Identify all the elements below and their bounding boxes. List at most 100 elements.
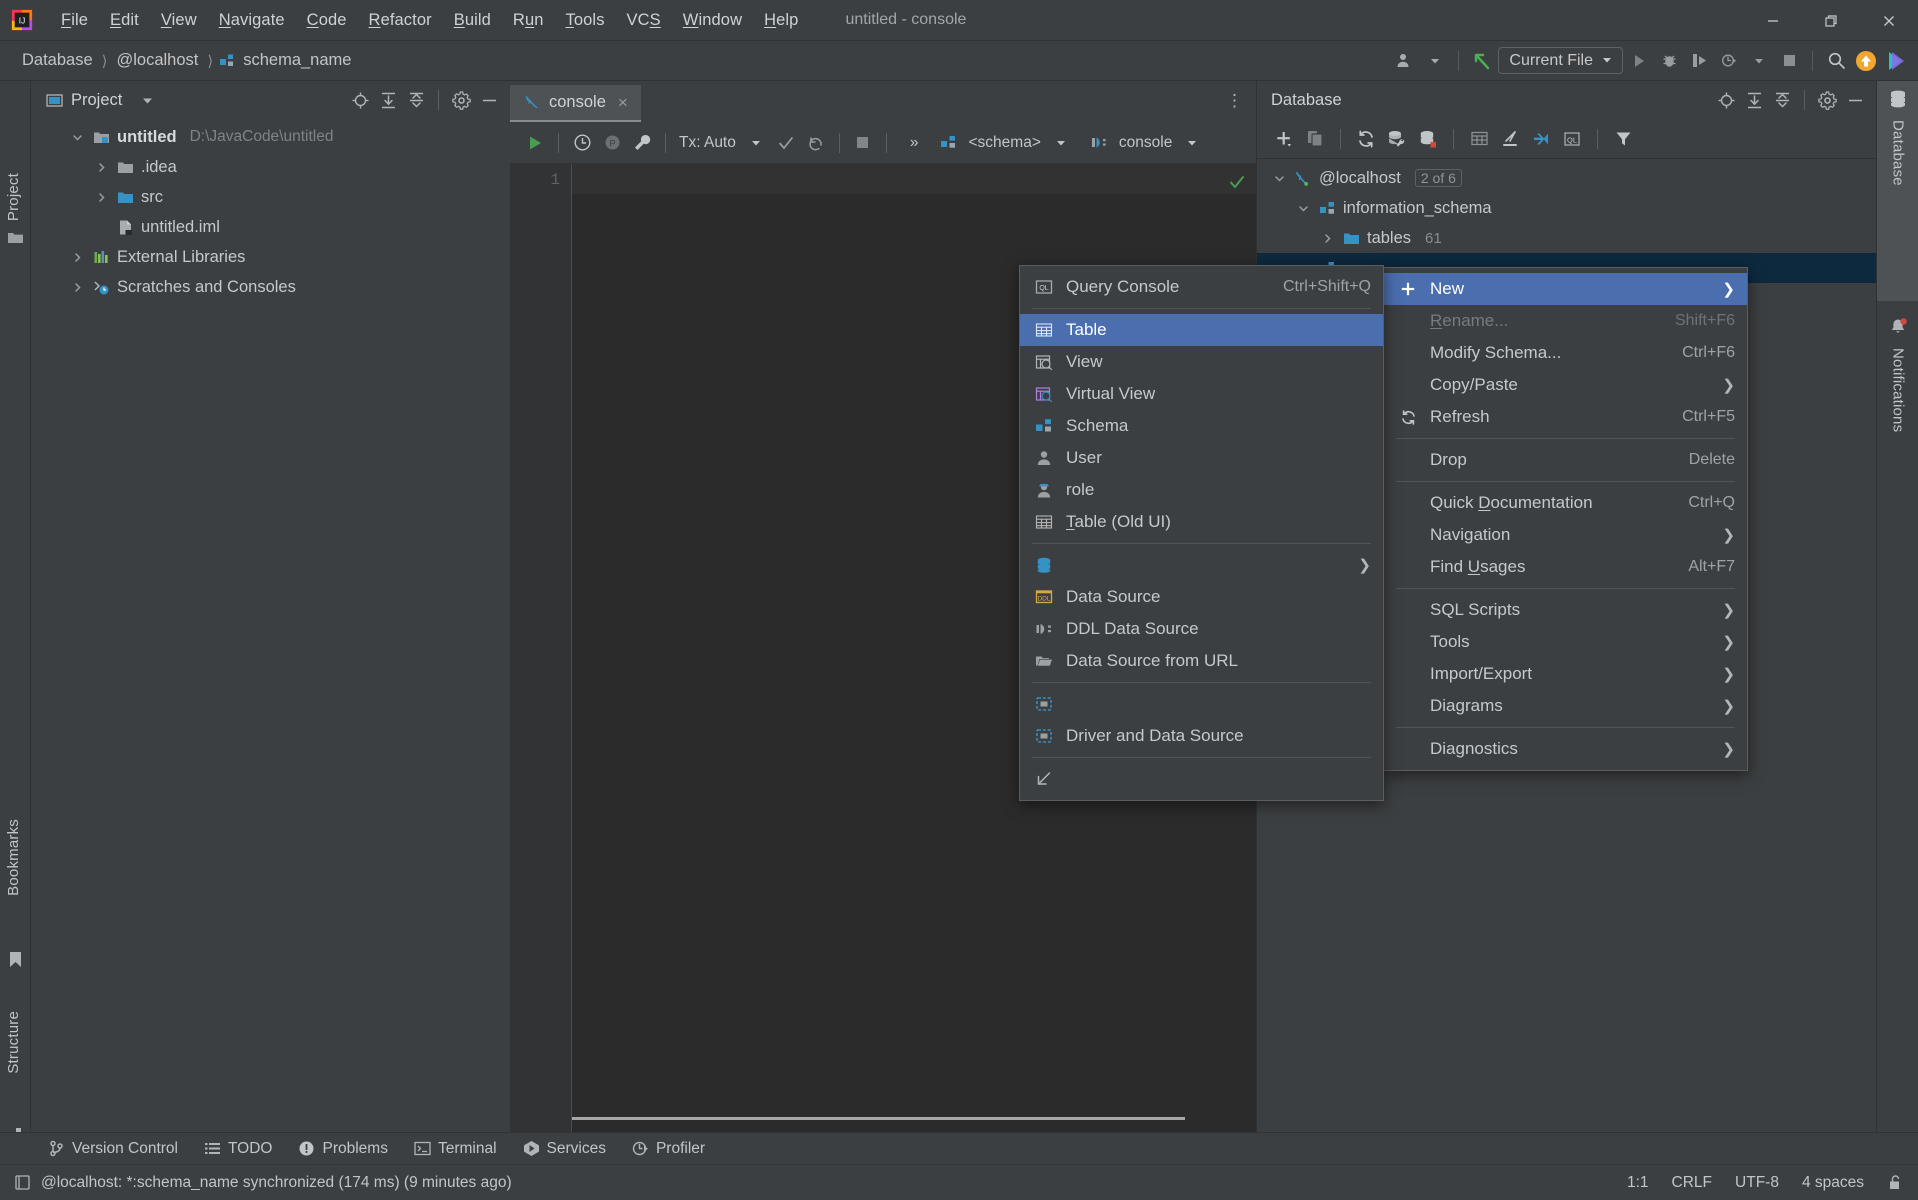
run-coverage-icon[interactable] (1685, 47, 1713, 75)
menu-item-sql-scripts[interactable]: SQL Scripts ❯ (1384, 594, 1747, 626)
submenu-item-table[interactable]: Table (1020, 314, 1383, 346)
menu-item-navigation[interactable]: Navigation ❯ (1384, 519, 1747, 551)
tree-row-scratches[interactable]: Scratches and Consoles (31, 272, 510, 302)
menu-build[interactable]: Build (443, 7, 502, 34)
collapse-all-icon[interactable] (405, 89, 427, 111)
menu-navigate[interactable]: Navigate (208, 7, 296, 34)
debug-icon[interactable] (1655, 47, 1683, 75)
execute-icon[interactable] (522, 130, 548, 156)
window-controls[interactable] (1744, 0, 1918, 41)
chevron-down-icon[interactable] (1271, 170, 1287, 186)
duplicate-icon[interactable] (1302, 126, 1328, 152)
submenu-item-view[interactable]: View (1020, 346, 1383, 378)
close-icon[interactable] (1860, 0, 1918, 41)
chevron-down-icon[interactable] (69, 129, 85, 145)
stop-icon[interactable] (850, 130, 876, 156)
breadcrumb[interactable]: Database ⟩ @localhost ⟩ schema_name (18, 50, 355, 71)
tree-row-external-libraries[interactable]: External Libraries (31, 242, 510, 272)
tree-row-untitled[interactable]: untitled D:\JavaCode\untitled (31, 122, 510, 152)
tool-window-terminal[interactable]: Terminal (414, 1140, 497, 1158)
menu-item-drop[interactable]: Drop Delete (1384, 444, 1747, 476)
db-tools-icon[interactable] (1384, 126, 1410, 152)
submenu-item-data-source[interactable]: ❯ (1020, 549, 1383, 581)
collapse-all-icon[interactable] (1771, 89, 1793, 111)
menu-item-find-usages[interactable]: Find Usages Alt+F7 (1384, 551, 1747, 583)
stripe-database-button[interactable]: Database (1877, 81, 1918, 301)
vcs-update-icon[interactable] (1468, 47, 1496, 75)
menu-window[interactable]: Window (672, 7, 753, 34)
menu-refactor[interactable]: Refactor (358, 7, 443, 34)
chevron-down-icon[interactable] (743, 130, 769, 156)
update-badge-icon[interactable] (1852, 47, 1880, 75)
chevron-down-icon[interactable] (136, 89, 158, 111)
menu-vcs[interactable]: VCS (616, 7, 672, 34)
tool-window-todo[interactable]: TODO (204, 1140, 273, 1158)
expand-all-icon[interactable] (1743, 89, 1765, 111)
chevron-right-icon[interactable] (69, 279, 85, 295)
submenu-item-ddl-data-source[interactable]: DDL Data Source (1020, 581, 1383, 613)
bookmark-icon[interactable] (8, 951, 26, 969)
table-icon[interactable] (1466, 126, 1492, 152)
hide-panel-icon[interactable] (478, 89, 500, 111)
schema-context-menu[interactable]: New ❯ Rename... Shift+F6 Modify Schema..… (1383, 267, 1748, 771)
stop-icon[interactable] (1775, 47, 1803, 75)
stripe-bookmarks-label[interactable]: Bookmarks (5, 819, 22, 896)
stripe-structure-label[interactable]: Structure (5, 1011, 22, 1074)
submenu-item-role[interactable]: role (1020, 474, 1383, 506)
tree-row-src[interactable]: src (31, 182, 510, 212)
submenu-item-table-old-ui[interactable]: Table (Old UI) (1020, 506, 1383, 538)
unlocked-icon[interactable] (1887, 1174, 1904, 1191)
project-folder-icon[interactable] (7, 229, 25, 247)
submenu-item-data-source-from-path[interactable]: Data Source from URL (1020, 645, 1383, 677)
search-icon[interactable] (1822, 47, 1850, 75)
db-sync-icon[interactable] (1415, 126, 1441, 152)
chevron-down-icon[interactable] (1421, 47, 1449, 75)
filter-icon[interactable] (1610, 126, 1636, 152)
menu-item-quick-documentation[interactable]: Quick Documentation Ctrl+Q (1384, 487, 1747, 519)
chevron-right-icon[interactable] (1319, 230, 1335, 246)
hide-panel-icon[interactable] (1844, 89, 1866, 111)
menu-item-copy-paste[interactable]: Copy/Paste ❯ (1384, 369, 1747, 401)
menu-item-import-export[interactable]: Import/Export ❯ (1384, 658, 1747, 690)
submenu-item-schema[interactable]: Schema (1020, 410, 1383, 442)
tool-window-version-control[interactable]: Version Control (48, 1140, 178, 1158)
settings-gear-icon[interactable] (1816, 89, 1838, 111)
menu-item-modify-schema[interactable]: Modify Schema... Ctrl+F6 (1384, 337, 1747, 369)
locate-icon[interactable] (349, 89, 371, 111)
editor-options-kebab-icon[interactable]: ⋮ (1226, 91, 1244, 111)
toolbar-overflow-icon[interactable]: » (907, 134, 922, 152)
submenu-item-data-source-from-url[interactable]: DDL Data Source (1020, 613, 1383, 645)
commit-icon[interactable] (773, 130, 799, 156)
tool-window-services[interactable]: Services (523, 1140, 606, 1158)
refresh-icon[interactable] (1353, 126, 1379, 152)
submenu-item-driver-and-data-source[interactable] (1020, 688, 1383, 720)
tree-row-iml[interactable]: untitled.iml (31, 212, 510, 242)
menu-bar[interactable]: File Edit View Navigate Code Refactor Bu… (50, 7, 809, 34)
close-icon[interactable]: × (618, 93, 628, 113)
menu-run[interactable]: Run (502, 7, 555, 34)
db-row-tables[interactable]: tables 61 (1257, 223, 1876, 253)
tab-console[interactable]: console × (510, 85, 641, 122)
rollback-icon[interactable] (803, 130, 829, 156)
menu-item-diagnostics[interactable]: Diagnostics ❯ (1384, 733, 1747, 765)
inspection-ok-icon[interactable] (1228, 173, 1246, 196)
profile-icon[interactable] (1715, 47, 1743, 75)
wrench-icon[interactable] (629, 130, 655, 156)
menu-code[interactable]: Code (296, 7, 358, 34)
restore-icon[interactable] (1802, 0, 1860, 41)
minimize-icon[interactable] (1744, 0, 1802, 41)
menu-item-new[interactable]: New ❯ (1384, 273, 1747, 305)
tool-window-problems[interactable]: Problems (298, 1140, 387, 1158)
tool-window-profiler[interactable]: Profiler (632, 1140, 705, 1158)
breadcrumb-database[interactable]: Database (18, 50, 97, 71)
user-avatar-icon[interactable] (1391, 47, 1419, 75)
submenu-item-query-console[interactable]: QL Query Console Ctrl+Shift+Q (1020, 271, 1383, 303)
menu-file[interactable]: File (50, 7, 99, 34)
chevron-down-icon[interactable] (1745, 47, 1773, 75)
tree-row-idea[interactable]: .idea (31, 152, 510, 182)
run-icon[interactable] (1625, 47, 1653, 75)
edit-icon[interactable] (1497, 126, 1523, 152)
session-selector-label[interactable]: console (1116, 134, 1175, 152)
chevron-down-icon[interactable] (1295, 200, 1311, 216)
submenu-item-driver[interactable]: Driver and Data Source (1020, 720, 1383, 752)
